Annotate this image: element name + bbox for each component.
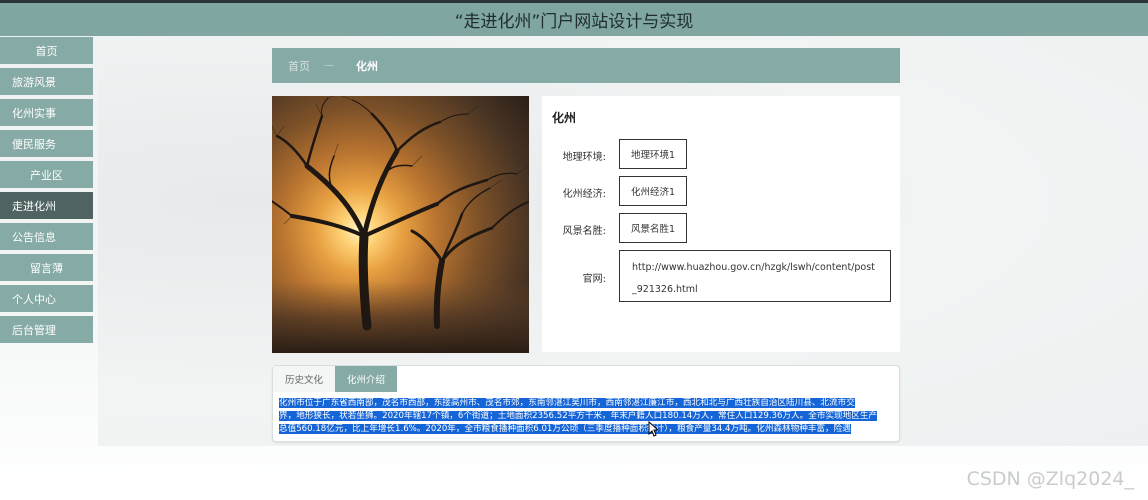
breadcrumb-home-link[interactable]: 首页 — [288, 58, 310, 74]
field-geography-label: 地理环境: — [562, 152, 606, 163]
field-economy-label: 化州经济: — [562, 189, 606, 200]
field-geography-value: 地理环境1 — [619, 139, 687, 169]
sidebar-item-news[interactable]: 化州实事 — [0, 99, 93, 126]
content-line-3: 总值560.18亿元，比上年增长1.6%。2020年，全市粮食播种面积6.01万… — [279, 424, 851, 434]
mouse-cursor-icon — [648, 421, 660, 437]
sidebar-item-profile[interactable]: 个人中心 — [0, 285, 93, 312]
sidebar-item-announcements[interactable]: 公告信息 — [0, 223, 93, 250]
tree-silhouette-image — [272, 96, 529, 353]
field-scenery-label: 风景名胜: — [562, 226, 606, 237]
sidebar-item-about-huazhou[interactable]: 走进化州 — [0, 192, 93, 219]
detail-photo — [272, 96, 529, 353]
sidebar-item-industry[interactable]: 产业区 — [0, 161, 93, 188]
field-economy-value: 化州经济1 — [619, 176, 687, 206]
breadcrumb: 首页 — 化州 — [272, 48, 900, 83]
sidebar-item-admin[interactable]: 后台管理 — [0, 316, 93, 343]
detail-info-panel: 化州 地理环境: 地理环境1 化州经济: 化州经济1 风景名胜: 风景名胜1 官… — [542, 96, 900, 352]
tab-content-text: 化州市位于广东省西南部，茂名市西部，东接高州市、茂名市郊，东南邻湛江吴川市，西南… — [279, 397, 893, 436]
csdn-watermark: CSDN @Zlq2024_ — [966, 468, 1134, 490]
tab-bar: 历史文化 化州介绍 — [273, 366, 398, 392]
intro-tabs-card: 历史文化 化州介绍 化州市位于广东省西南部，茂名市西部，东接高州市、茂名市郊，东… — [272, 365, 900, 442]
detail-title: 化州 — [552, 111, 577, 125]
breadcrumb-current: 化州 — [356, 59, 378, 73]
sidebar-item-guestbook[interactable]: 留言薄 — [0, 254, 93, 281]
field-scenery-value: 风景名胜1 — [619, 213, 687, 243]
sidebar-item-home[interactable]: 首页 — [0, 37, 93, 64]
sidebar-item-tourism[interactable]: 旅游风景 — [0, 68, 93, 95]
sidebar-item-services[interactable]: 便民服务 — [0, 130, 93, 157]
tab-history-culture[interactable]: 历史文化 — [273, 366, 336, 392]
content-line-1: 化州市位于广东省西南部，茂名市西部，东接高州市、茂名市郊，东南邻湛江吴川市，西南… — [279, 398, 855, 408]
field-website-link[interactable]: http://www.huazhou.gov.cn/hzgk/lswh/cont… — [619, 250, 891, 302]
field-website-label: 官网: — [582, 274, 606, 285]
site-header: “走进化州”门户网站设计与实现 — [0, 0, 1148, 36]
tab-huazhou-intro[interactable]: 化州介绍 — [335, 366, 398, 392]
breadcrumb-separator: — — [324, 60, 334, 71]
content-line-2: 界，地形狭长，状若坐狮。2020年辖17个镇，6个街道；土地面积2356.52平… — [279, 411, 878, 421]
sidebar-nav: 首页 旅游风景 化州实事 便民服务 产业区 走进化州 公告信息 留言薄 个人中心… — [0, 37, 93, 347]
site-title: “走进化州”门户网站设计与实现 — [454, 12, 694, 32]
